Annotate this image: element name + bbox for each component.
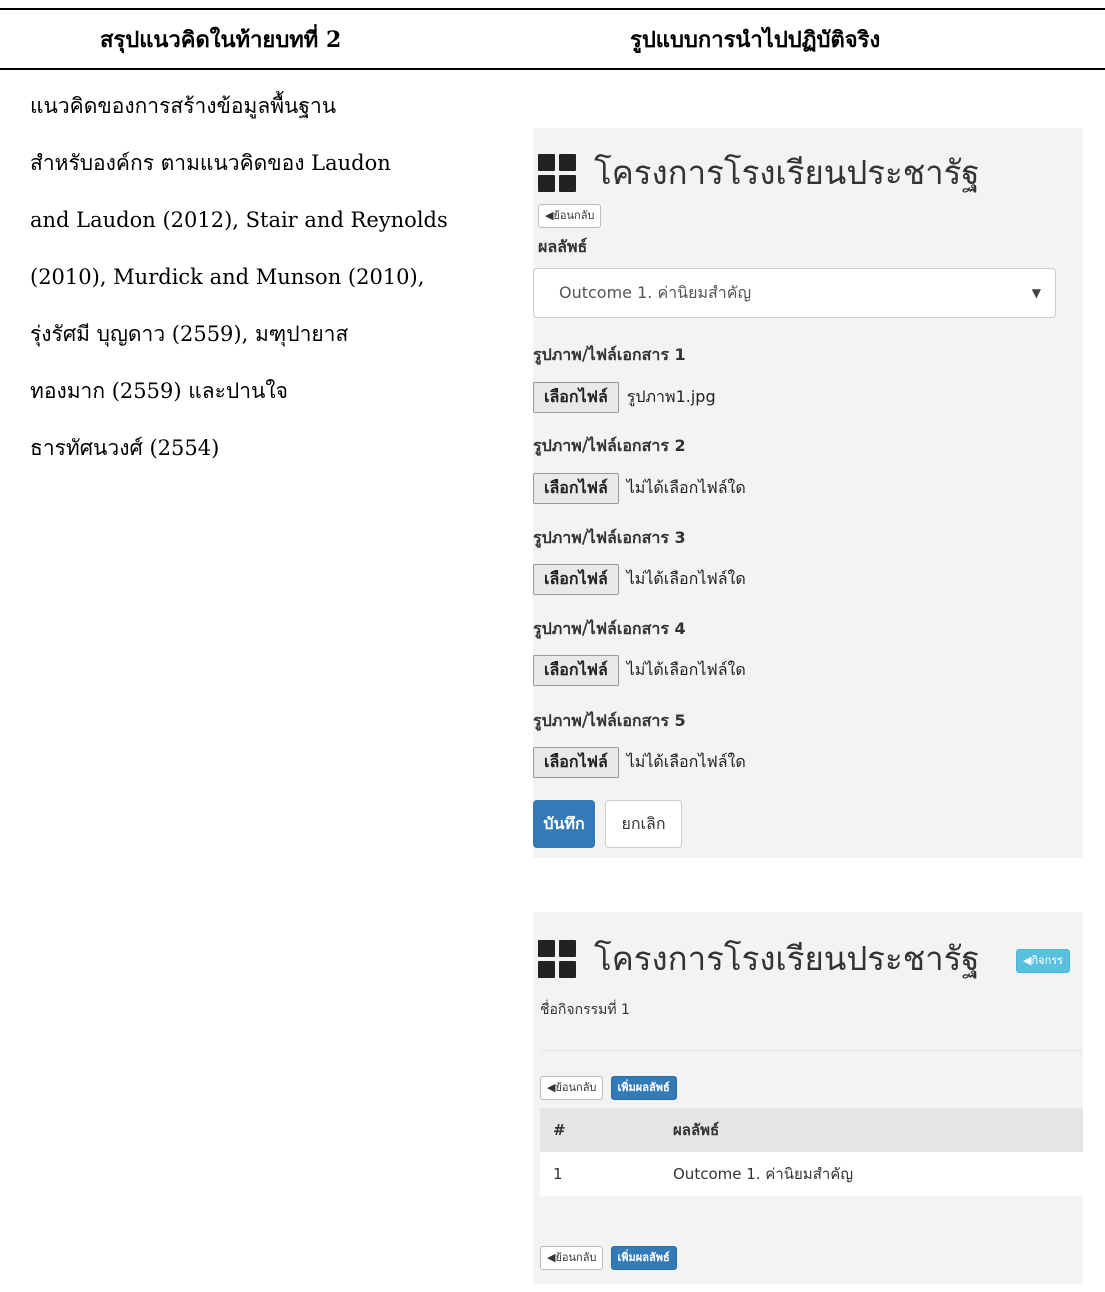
file-label-5: รูปภาพ/ไฟล์เอกสาร 5 xyxy=(533,711,686,730)
page-title: โครงการโรงเรียนประชารัฐ xyxy=(594,939,980,978)
file-input-2[interactable]: เลือกไฟล์ ไม่ได้เลือกไฟล์ใด xyxy=(533,473,746,504)
summary-line: แนวคิดของการสร้างข้อมูลพื้นฐาน xyxy=(30,94,337,118)
summary-line: สำหรับองค์กร ตามแนวคิดของ Laudon xyxy=(30,151,391,175)
file-name: ไม่ได้เลือกไฟล์ใด xyxy=(626,752,746,771)
outcome-selected-value: Outcome 1. ค่านิยมสำคัญ xyxy=(559,282,752,302)
add-outcome-button[interactable]: เพิ่มผลลัพธ์ xyxy=(610,1246,677,1270)
file-name: ไม่ได้เลือกไฟล์ใด xyxy=(626,569,746,588)
add-outcome-button[interactable]: เพิ่มผลลัพธ์ xyxy=(610,1076,677,1100)
table-top-rule xyxy=(0,8,1105,10)
summary-line: ทองมาก (2559) และปานใจ xyxy=(30,379,288,403)
col-index-header: # xyxy=(553,1121,566,1139)
outcome-select[interactable]: Outcome 1. ค่านิยมสำคัญ ▼ xyxy=(533,268,1056,318)
back-button[interactable]: ◀ย้อนกลับ xyxy=(540,1076,604,1100)
file-label-1: รูปภาพ/ไฟล์เอกสาร 1 xyxy=(533,345,686,364)
file-name: รูปภาพ1.jpg xyxy=(626,387,716,406)
cancel-button[interactable]: ยกเลิก xyxy=(605,800,682,848)
file-name: ไม่ได้เลือกไฟล์ใด xyxy=(626,660,746,679)
file-label-3: รูปภาพ/ไฟล์เอกสาร 3 xyxy=(533,528,686,547)
summary-line: and Laudon (2012), Stair and Reynolds xyxy=(30,208,448,232)
file-input-3[interactable]: เลือกไฟล์ ไม่ได้เลือกไฟล์ใด xyxy=(533,564,746,595)
dashboard-grid-icon xyxy=(538,939,576,978)
table-row[interactable]: 1 Outcome 1. ค่านิยมสำคัญ xyxy=(540,1152,1083,1196)
page-title: โครงการโรงเรียนประชารัฐ xyxy=(594,153,980,192)
row-index: 1 xyxy=(553,1165,563,1183)
row-outcome: Outcome 1. ค่านิยมสำคัญ xyxy=(673,1165,854,1183)
choose-file-button[interactable]: เลือกไฟล์ xyxy=(533,473,619,504)
back-button[interactable]: ◀ย้อนกลับ xyxy=(538,204,602,228)
form-screenshot: โครงการโรงเรียนประชารัฐ ◀ย้อนกลับ ผลลัพธ… xyxy=(533,128,1083,858)
file-label-4: รูปภาพ/ไฟล์เอกสาร 4 xyxy=(533,619,686,638)
file-input-5[interactable]: เลือกไฟล์ ไม่ได้เลือกไฟล์ใด xyxy=(533,747,746,778)
list-title-row: โครงการโรงเรียนประชารัฐ xyxy=(538,932,980,985)
list-screenshot: โครงการโรงเรียนประชารัฐ ◀กิจกรร ชื่อกิจก… xyxy=(533,912,1083,1284)
table-header: # ผลลัพธ์ xyxy=(540,1108,1083,1152)
summary-line: ธารทัศนวงศ์ (2554) xyxy=(30,436,220,460)
file-label-2: รูปภาพ/ไฟล์เอกสาร 2 xyxy=(533,436,686,455)
file-input-1[interactable]: เลือกไฟล์ รูปภาพ1.jpg xyxy=(533,382,716,413)
column-header-summary: สรุปแนวคิดในท้ายบทที่ 2 xyxy=(100,27,342,53)
summary-paragraph: แนวคิดของการสร้างข้อมูลพื้นฐาน สำหรับองค… xyxy=(30,78,480,477)
choose-file-button[interactable]: เลือกไฟล์ xyxy=(533,382,619,413)
dashboard-grid-icon xyxy=(538,153,576,192)
choose-file-button[interactable]: เลือกไฟล์ xyxy=(533,747,619,778)
outcome-label: ผลลัพธ์ xyxy=(538,237,588,256)
back-button[interactable]: ◀ย้อนกลับ xyxy=(540,1246,604,1270)
table-header-rule xyxy=(0,68,1105,70)
file-name: ไม่ได้เลือกไฟล์ใด xyxy=(626,478,746,497)
outcome-table: # ผลลัพธ์ 1 Outcome 1. ค่านิยมสำคัญ xyxy=(540,1108,1083,1196)
column-header-implementation: รูปแบบการนำไปปฏิบัติจริง xyxy=(630,27,881,53)
chevron-down-icon: ▼ xyxy=(1031,286,1041,300)
choose-file-button[interactable]: เลือกไฟล์ xyxy=(533,564,619,595)
form-title-row: โครงการโรงเรียนประชารัฐ xyxy=(538,146,980,199)
activity-back-button[interactable]: ◀กิจกรร xyxy=(1016,949,1071,973)
activity-name: ชื่อกิจกรรมที่ 1 xyxy=(540,1002,630,1018)
save-button[interactable]: บันทึก xyxy=(533,800,595,848)
divider xyxy=(541,1050,1083,1051)
file-input-4[interactable]: เลือกไฟล์ ไม่ได้เลือกไฟล์ใด xyxy=(533,655,746,686)
summary-line: (2010), Murdick and Munson (2010), xyxy=(30,265,425,289)
choose-file-button[interactable]: เลือกไฟล์ xyxy=(533,655,619,686)
summary-line: รุ่งรัศมี บุญดาว (2559), มฑุปายาส xyxy=(30,322,349,346)
col-outcome-header: ผลลัพธ์ xyxy=(673,1121,720,1139)
